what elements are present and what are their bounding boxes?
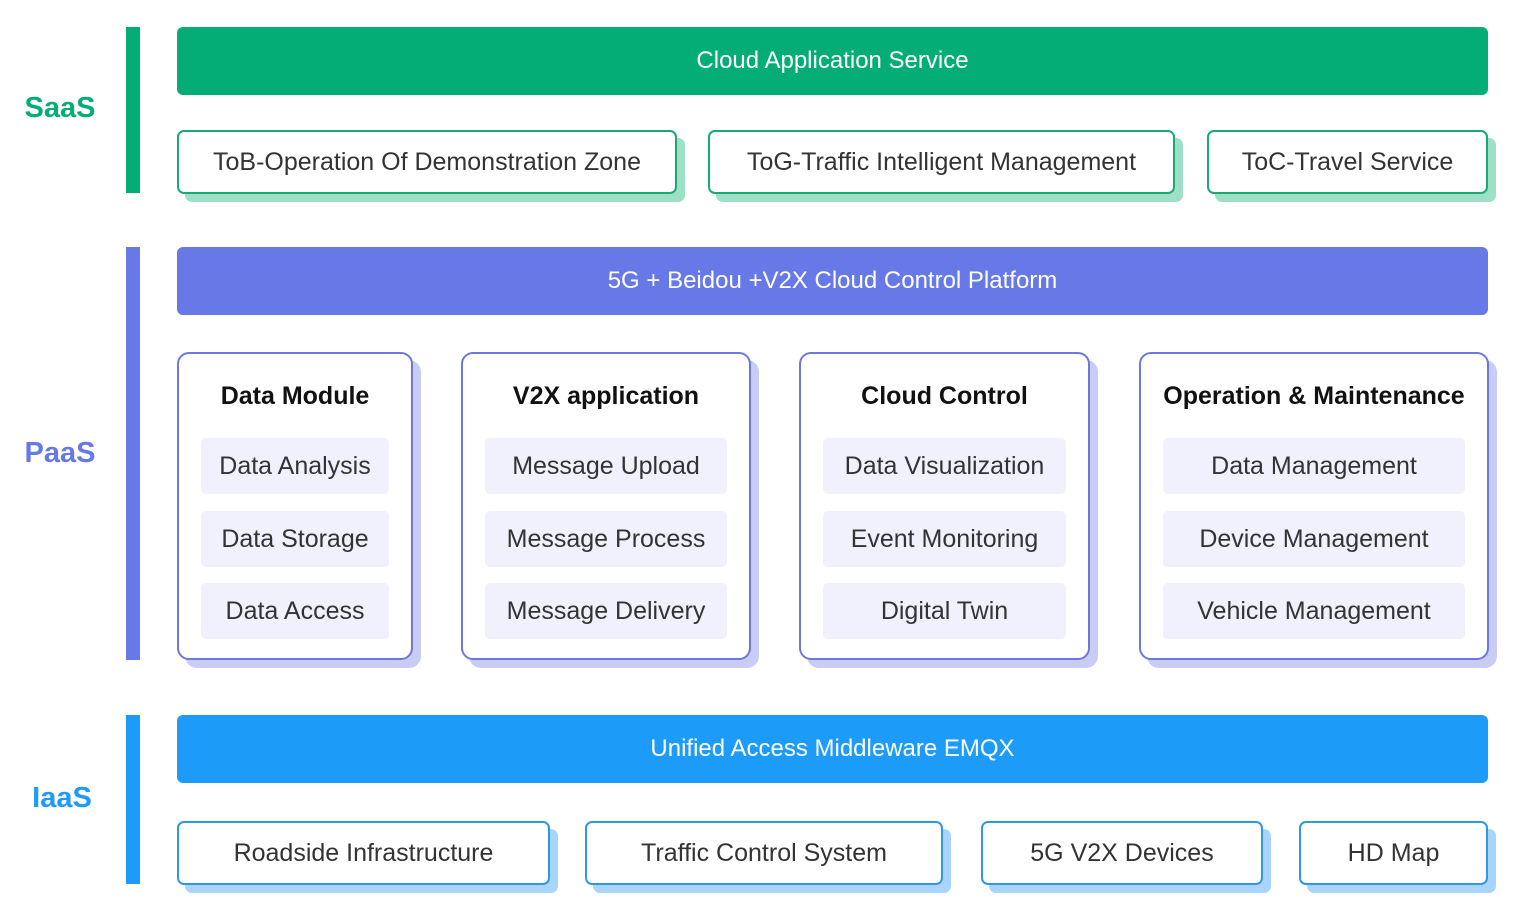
iaas-item-traffic-control-system: Traffic Control System xyxy=(585,821,943,885)
module-item: Data Access xyxy=(201,583,389,639)
saas-item-tog: ToG-Traffic Intelligent Management xyxy=(708,130,1175,194)
module-item: Event Monitoring xyxy=(823,511,1066,567)
cloud-application-service-banner: Cloud Application Service xyxy=(177,27,1488,95)
paas-bar xyxy=(126,247,140,660)
module-title: Data Module xyxy=(220,382,370,410)
iaas-item-5g-v2x-devices: 5G V2X Devices xyxy=(981,821,1263,885)
module-item: Vehicle Management xyxy=(1163,583,1465,639)
saas-label: SaaS xyxy=(24,92,96,124)
saas-item-toc: ToC-Travel Service xyxy=(1207,130,1488,194)
saas-item-tob: ToB-Operation Of Demonstration Zone xyxy=(177,130,677,194)
iaas-label: IaaS xyxy=(32,782,92,814)
paas-label: PaaS xyxy=(24,437,96,469)
module-cloud-control: Cloud Control Data Visualization Event M… xyxy=(799,352,1090,660)
iaas-item-hd-map: HD Map xyxy=(1299,821,1488,885)
module-operation-maintenance: Operation & Maintenance Data Management … xyxy=(1139,352,1489,660)
module-title: Operation & Maintenance xyxy=(1163,382,1465,410)
iaas-bar xyxy=(126,715,140,884)
cloud-control-platform-banner: 5G + Beidou +V2X Cloud Control Platform xyxy=(177,247,1488,315)
saas-bar xyxy=(126,27,140,193)
module-item: Data Visualization xyxy=(823,438,1066,494)
module-item: Message Delivery xyxy=(485,583,727,639)
module-item: Data Management xyxy=(1163,438,1465,494)
unified-access-middleware-banner: Unified Access Middleware EMQX xyxy=(177,715,1488,783)
module-item: Message Process xyxy=(485,511,727,567)
module-item: Data Analysis xyxy=(201,438,389,494)
module-title: V2X application xyxy=(512,382,700,410)
module-item: Data Storage xyxy=(201,511,389,567)
module-item: Digital Twin xyxy=(823,583,1066,639)
iaas-item-roadside-infrastructure: Roadside Infrastructure xyxy=(177,821,550,885)
module-item: Message Upload xyxy=(485,438,727,494)
module-data: Data Module Data Analysis Data Storage D… xyxy=(177,352,413,660)
module-v2x-application: V2X application Message Upload Message P… xyxy=(461,352,751,660)
module-item: Device Management xyxy=(1163,511,1465,567)
module-title: Cloud Control xyxy=(861,382,1028,410)
